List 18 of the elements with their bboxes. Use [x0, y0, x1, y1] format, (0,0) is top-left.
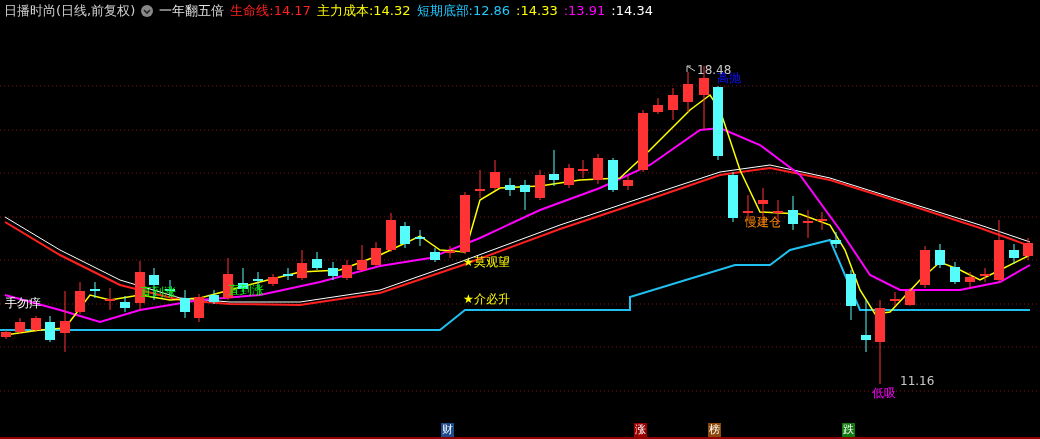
- indicator-reading: 短期底部:12.86: [416, 2, 511, 21]
- indicator-reading: :14.34: [611, 2, 653, 21]
- price-label: 11.16: [900, 374, 935, 388]
- indicator-reading: :13.91: [563, 2, 606, 21]
- indicator-reading: 生命线:14.17: [230, 2, 311, 21]
- event-marker[interactable]: 跌: [842, 423, 855, 437]
- indicator-reading: :14.33: [516, 2, 558, 21]
- dropdown-icon[interactable]: [141, 5, 154, 17]
- signal-label: ★介必升: [463, 292, 510, 306]
- pointer-arrow-icon: [686, 65, 696, 73]
- event-marker[interactable]: 涨: [634, 423, 647, 437]
- signal-label: 低吸: [872, 386, 896, 400]
- event-marker[interactable]: 榜: [708, 423, 721, 437]
- stock-title: 日播时尚(日线,前复权): [4, 2, 136, 21]
- signal-label: 慢建仓: [745, 215, 781, 229]
- indicator-name: 一年翻五倍: [159, 2, 225, 21]
- event-marker[interactable]: 财: [441, 423, 454, 437]
- indicator-reading: 主力成本:14.32: [316, 2, 411, 21]
